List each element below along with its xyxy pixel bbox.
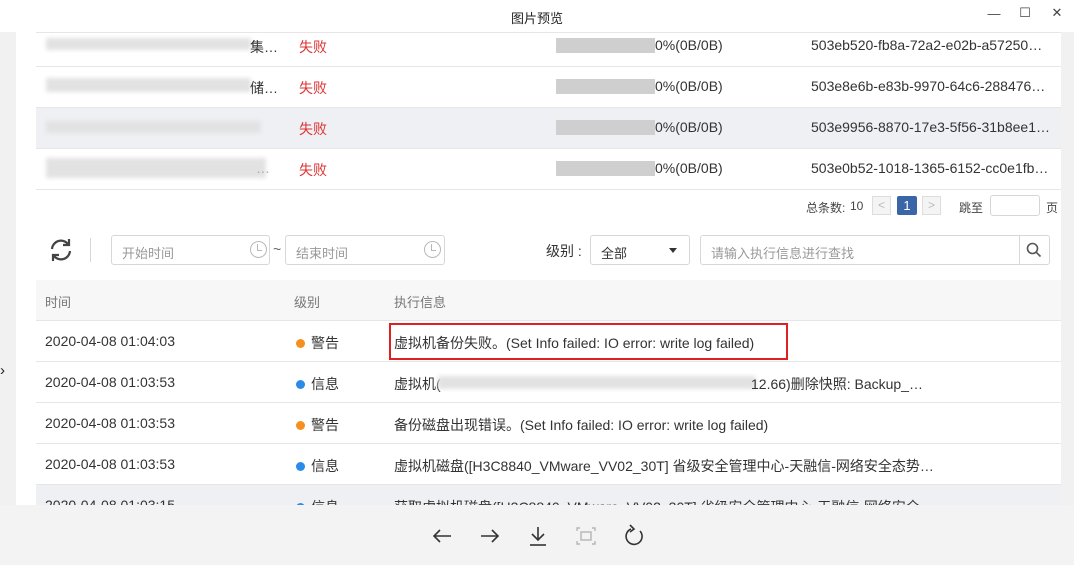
chevron-down-icon [669,248,677,253]
log-info-suffix: 12.66)删除快照: Backup_… [751,376,923,392]
blurred-vm-name [438,376,756,389]
next-arrow-icon[interactable] [478,524,502,548]
info-dot-icon [296,462,305,471]
task-id: 503e8e6b-e83b-9970-64c6-288476… [811,78,1046,94]
level-badge: 信息 [296,497,339,505]
start-time-input[interactable]: 开始时间 [111,235,270,265]
level-badge: 信息 [296,456,339,476]
maximize-button[interactable]: ☐ [1014,4,1036,22]
clock-icon [250,241,267,258]
blurred-name [46,38,251,50]
progress-text: 0%(0B/0B) [655,160,723,176]
log-time: 2020-04-08 01:03:53 [45,374,175,390]
total-count: 10 [850,199,864,213]
log-info: 虚拟机磁盘([H3C8840_VMware_VV02_30T] 省级安全管理中心… [394,458,934,474]
header-info: 执行信息 [394,295,447,310]
search-placeholder: 请输入执行信息进行查找 [711,246,855,261]
header-level: 级别 [294,295,321,310]
blurred-name [46,78,251,92]
window-title: 图片预览 [510,11,563,26]
close-button[interactable]: ✕ [1046,4,1068,22]
header-time: 时间 [45,295,72,310]
blurred-name [46,121,261,133]
task-id: 503e0b52-1018-1365-6152-cc0e1fb… [811,160,1049,176]
end-time-placeholder: 结束时间 [296,246,349,261]
status-text: 失败 [299,121,327,137]
log-table-header [36,280,1061,320]
progress-text: 0%(0B/0B) [655,119,723,135]
jump-label: 跳至 [959,201,984,215]
warning-dot-icon [296,421,305,430]
progress-bar [556,38,655,53]
log-time: 2020-04-08 01:03:53 [45,415,175,431]
status-text: 失败 [299,80,327,96]
expand-arrow-icon[interactable]: › [0,362,14,382]
status-text: 失败 [299,162,327,178]
progress-bar [556,79,655,94]
title-bar: 图片预览 — ☐ ✕ [0,0,1074,32]
page-label: 页 [1046,201,1059,215]
page-jump-input[interactable] [990,195,1040,216]
blurred-name [46,158,266,178]
search-input[interactable]: 请输入执行信息进行查找 [700,235,1050,265]
log-info: 备份磁盘出现错误。(Set Info failed: IO error: wri… [394,417,769,433]
prev-page-button[interactable]: < [872,196,891,215]
task-id: 503eb520-fb8a-72a2-e02b-a57250… [811,37,1043,53]
info-dot-icon [296,380,305,389]
log-info-prefix: 虚拟机( [394,376,441,392]
rotate-icon[interactable] [622,524,646,548]
progress-text: 0%(0B/0B) [655,37,723,53]
end-time-input[interactable]: 结束时间 [285,235,445,265]
fit-screen-icon[interactable] [574,524,598,548]
download-icon[interactable] [526,524,550,548]
highlight-box [389,323,788,360]
level-label: 级别 : [546,243,582,259]
current-page-button[interactable]: 1 [897,196,917,215]
next-page-button[interactable]: > [922,196,941,215]
level-badge: 警告 [296,415,339,435]
task-name: 集… [250,39,278,55]
level-select-value: 全部 [601,246,628,261]
refresh-icon[interactable] [48,237,74,263]
task-name: 储… [250,80,278,96]
minimize-button[interactable]: — [983,4,1005,22]
preview-toolbar [0,505,1074,565]
search-icon[interactable] [1026,242,1042,258]
level-badge: 信息 [296,374,339,394]
range-separator: ~ [273,241,282,257]
prev-arrow-icon[interactable] [430,524,454,548]
start-time-placeholder: 开始时间 [122,246,175,261]
log-time: 2020-04-08 01:04:03 [45,333,175,349]
progress-bar [556,120,655,135]
task-name: … [256,160,270,176]
progress-text: 0%(0B/0B) [655,78,723,94]
status-text: 失败 [299,39,327,55]
right-panel-strip [1061,32,1074,505]
log-info: 获取虚拟机磁盘([H3C8840_VMware_VV02_30T] 省级安全管理… [394,497,934,505]
level-badge: 警告 [296,333,339,353]
log-time: 2020-04-08 01:03:53 [45,456,175,472]
left-panel-strip [0,32,16,505]
total-label: 总条数: [806,201,846,215]
warning-dot-icon [296,339,305,348]
progress-bar [556,161,655,176]
task-id: 503e9956-8870-17e3-5f56-31b8ee1… [811,119,1050,135]
image-preview-content: 集… 失败 0%(0B/0B) 503eb520-fb8a-72a2-e02b-… [16,32,1061,505]
log-time: 2020-04-08 01:03:15 [45,497,175,505]
clock-icon [424,241,441,258]
